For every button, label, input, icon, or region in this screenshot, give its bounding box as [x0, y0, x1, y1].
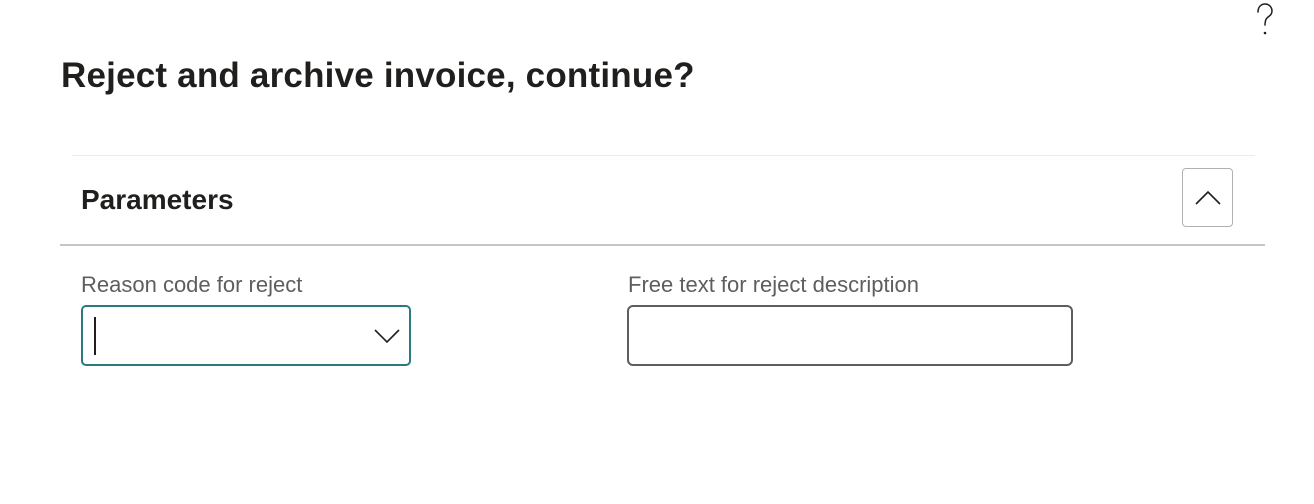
collapse-section-button[interactable]	[1182, 168, 1233, 227]
reason-code-combobox[interactable]	[81, 305, 411, 366]
free-text-input[interactable]	[637, 315, 1061, 358]
free-text-field[interactable]	[627, 305, 1073, 366]
free-text-label: Free text for reject description	[628, 272, 920, 297]
reason-code-input[interactable]	[91, 315, 369, 356]
question-mark-icon[interactable]	[1250, 0, 1280, 40]
reject-invoice-dialog: Reject and archive invoice, continue? Pa…	[0, 0, 1314, 504]
parameters-section-title: Parameters	[81, 184, 234, 215]
dialog-title: Reject and archive invoice, continue?	[61, 56, 695, 95]
chevron-down-icon[interactable]	[371, 321, 403, 351]
chevron-up-icon	[1194, 190, 1221, 205]
reason-code-label: Reason code for reject	[81, 272, 303, 297]
text-cursor	[94, 317, 96, 355]
parameters-section-header[interactable]: Parameters	[60, 156, 1265, 246]
